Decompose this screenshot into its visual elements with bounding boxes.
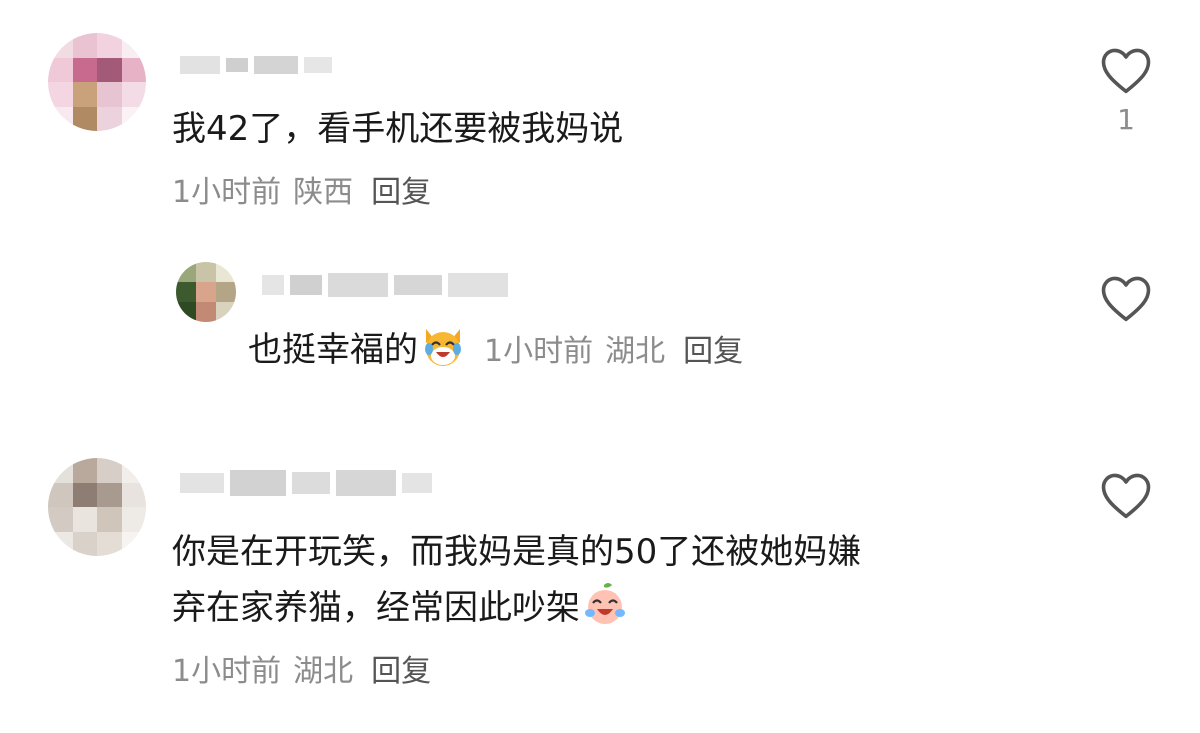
reply-button[interactable]: 回复 <box>683 334 743 369</box>
avatar[interactable] <box>48 33 146 131</box>
comment-text: 你是在开玩笑，而我妈是真的50了还被她妈嫌 <box>172 532 862 572</box>
username-blurred[interactable] <box>262 272 508 298</box>
comment-time: 1小时前 <box>172 175 282 210</box>
comment-text: 弃在家养猫，经常因此吵架 <box>172 588 580 628</box>
comment-time: 1小时前 <box>172 654 282 689</box>
reply-text-row: 也挺幸福的 1小时前 湖北 回复 <box>248 322 743 380</box>
avatar[interactable] <box>176 262 236 322</box>
avatar[interactable] <box>48 458 146 556</box>
like-count: 1 <box>1117 103 1135 136</box>
comment-meta: 1小时前 湖北 回复 <box>484 334 743 369</box>
reply-button[interactable]: 回复 <box>371 654 431 689</box>
reply-button[interactable]: 回复 <box>371 175 431 210</box>
crying-laughing-peach-emoji <box>585 583 625 624</box>
laughing-cat-emoji <box>425 329 461 366</box>
comment-text: 也挺幸福的 <box>248 330 418 370</box>
comment-location: 湖北 <box>293 654 354 689</box>
username-blurred[interactable] <box>180 470 432 496</box>
comment-text-line2: 弃在家养猫，经常因此吵架 <box>172 580 628 636</box>
heart-outline-icon <box>1101 276 1151 322</box>
comment-text: 我42了，看手机还要被我妈说 <box>172 109 624 149</box>
like-button[interactable] <box>1099 470 1153 520</box>
heart-outline-icon <box>1101 473 1151 519</box>
comment-meta: 1小时前 陕西 回复 <box>172 173 431 213</box>
comment-location: 陕西 <box>293 175 354 210</box>
like-button[interactable] <box>1099 273 1153 323</box>
username-blurred[interactable] <box>180 52 332 78</box>
like-button[interactable]: 1 <box>1099 45 1153 137</box>
comment-meta: 1小时前 湖北 回复 <box>172 652 431 692</box>
comment-time: 1小时前 <box>484 334 594 369</box>
comment-location: 湖北 <box>605 334 666 369</box>
heart-outline-icon <box>1101 48 1151 94</box>
